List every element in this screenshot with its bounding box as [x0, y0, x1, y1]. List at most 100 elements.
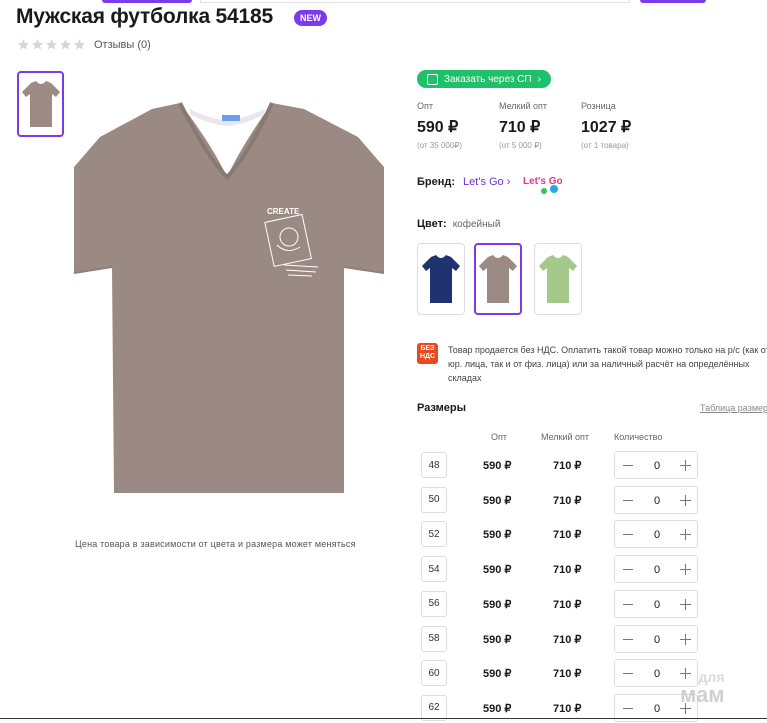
- tshirt-print-text: CREATE: [267, 207, 300, 216]
- table-row: 62 590 ₽ 710 ₽ 0: [421, 693, 701, 722]
- color-swatch-navy[interactable]: [417, 243, 465, 315]
- product-main-image[interactable]: CREATE: [72, 95, 386, 505]
- size-label: 52: [421, 521, 447, 548]
- quantity-value[interactable]: 0: [651, 529, 663, 541]
- column-header-small-opt: Мелкий опт: [541, 432, 590, 442]
- nav-button-edge[interactable]: [640, 0, 706, 3]
- quantity-value[interactable]: 0: [651, 460, 663, 472]
- color-swatch-coffee[interactable]: [474, 243, 522, 315]
- table-row: 60 590 ₽ 710 ₽ 0: [421, 659, 701, 688]
- quantity-value[interactable]: 0: [651, 564, 663, 576]
- minus-icon[interactable]: [623, 534, 633, 536]
- quantity-stepper[interactable]: 0: [614, 555, 698, 584]
- size-label: 62: [421, 694, 447, 721]
- tshirt-swatch-image: [539, 255, 577, 303]
- quantity-stepper[interactable]: 0: [614, 520, 698, 549]
- color-row: Цвет: кофейный: [417, 218, 500, 230]
- order-via-sp-button[interactable]: Заказать через СП ›: [417, 70, 551, 88]
- small-opt-price: 710 ₽: [553, 702, 582, 715]
- plus-icon[interactable]: [680, 598, 691, 610]
- opt-price: 590 ₽: [483, 702, 512, 715]
- size-table-link[interactable]: Таблица размеров: [700, 403, 767, 413]
- table-row: 48 590 ₽ 710 ₽ 0: [421, 451, 701, 479]
- brand-logo[interactable]: Let's Go: [522, 169, 562, 195]
- quantity-value[interactable]: 0: [651, 668, 663, 680]
- quantity-value[interactable]: 0: [651, 634, 663, 646]
- search-bar-edge[interactable]: [200, 0, 630, 3]
- price-condition: (от 5 000 ₽): [499, 141, 542, 150]
- small-opt-price: 710 ₽: [553, 598, 582, 611]
- reviews-link[interactable]: Отзывы (0): [94, 39, 151, 51]
- size-label: 48: [421, 452, 447, 478]
- small-opt-price: 710 ₽: [553, 668, 582, 681]
- opt-price: 590 ₽: [483, 529, 512, 542]
- opt-price: 590 ₽: [483, 598, 512, 611]
- page-bottom-divider: [0, 718, 767, 719]
- price-note: Цена товара в зависимости от цвета и раз…: [75, 539, 356, 549]
- plus-icon[interactable]: [680, 633, 691, 645]
- minus-icon[interactable]: [623, 465, 633, 466]
- minus-icon[interactable]: [623, 638, 633, 640]
- sizes-heading: Размеры: [417, 402, 467, 414]
- quantity-value[interactable]: 0: [651, 495, 663, 507]
- table-row: 54 590 ₽ 710 ₽ 0: [421, 555, 701, 584]
- price-label: Мелкий опт: [499, 101, 548, 111]
- new-badge: NEW: [294, 10, 327, 26]
- quantity-stepper[interactable]: 0: [614, 451, 698, 479]
- size-label: 56: [421, 590, 447, 617]
- price-opt: Опт 590 ₽ (от 35 000₽): [417, 101, 499, 150]
- star-icon: [73, 38, 86, 51]
- tshirt-image: CREATE: [73, 102, 385, 493]
- small-opt-price: 710 ₽: [553, 564, 582, 577]
- plus-icon[interactable]: [680, 494, 691, 506]
- price-block: Опт 590 ₽ (от 35 000₽) Мелкий опт 710 ₽ …: [417, 101, 663, 150]
- color-value: кофейный: [452, 219, 501, 230]
- minus-icon[interactable]: [623, 673, 633, 675]
- price-label: Розница: [581, 101, 616, 111]
- watermark: для мам: [680, 668, 725, 707]
- no-vat-icon: БЕЗ НДС: [417, 343, 438, 364]
- size-label: 50: [421, 486, 447, 513]
- small-opt-price: 710 ₽: [553, 460, 582, 472]
- quantity-stepper[interactable]: 0: [614, 485, 698, 514]
- quantity-stepper[interactable]: 0: [614, 624, 698, 653]
- price-condition: (от 35 000₽): [417, 141, 463, 150]
- star-icon: [17, 38, 30, 51]
- price-value: 1027 ₽: [581, 119, 632, 136]
- price-value: 710 ₽: [499, 119, 541, 136]
- minus-icon[interactable]: [623, 569, 633, 571]
- opt-price: 590 ₽: [483, 668, 512, 681]
- brand-link[interactable]: Let's Go ›: [463, 176, 510, 188]
- opt-price: 590 ₽: [483, 460, 512, 472]
- quantity-value[interactable]: 0: [651, 703, 663, 715]
- table-row: 58 590 ₽ 710 ₽ 0: [421, 624, 701, 653]
- minus-icon[interactable]: [623, 707, 633, 709]
- vat-notice: Товар продается без НДС. Оплатить такой …: [448, 345, 767, 383]
- product-title: Мужская футболка 54185: [16, 5, 273, 28]
- cart-icon: [427, 73, 438, 85]
- nav-tab-active[interactable]: [102, 0, 192, 3]
- price-retail: Розница 1027 ₽ (от 1 товара): [581, 101, 663, 150]
- top-navigation-edge: [0, 0, 767, 4]
- plus-icon[interactable]: [680, 460, 691, 471]
- order-button-label: Заказать через СП: [444, 73, 532, 85]
- brand-row: Бренд: Let's Go › Let's Go: [417, 170, 562, 194]
- quantity-value[interactable]: 0: [651, 599, 663, 611]
- watermark-line: мам: [680, 682, 725, 707]
- plus-icon[interactable]: [680, 529, 691, 541]
- rating-row: Отзывы (0): [17, 38, 151, 51]
- product-thumbnail[interactable]: [17, 71, 64, 137]
- table-row: 50 590 ₽ 710 ₽ 0: [421, 485, 701, 514]
- chevron-right-icon: ›: [506, 176, 511, 188]
- size-label: 54: [421, 556, 447, 583]
- chevron-right-icon: ›: [537, 73, 541, 85]
- small-opt-price: 710 ₽: [553, 494, 582, 507]
- color-swatch-lightgreen[interactable]: [534, 243, 582, 315]
- quantity-stepper[interactable]: 0: [614, 589, 698, 618]
- plus-icon[interactable]: [680, 564, 691, 576]
- price-label: Опт: [417, 101, 433, 111]
- tshirt-swatch-image: [479, 255, 517, 303]
- minus-icon[interactable]: [623, 499, 633, 501]
- column-header-opt: Опт: [491, 432, 507, 442]
- minus-icon[interactable]: [623, 603, 633, 605]
